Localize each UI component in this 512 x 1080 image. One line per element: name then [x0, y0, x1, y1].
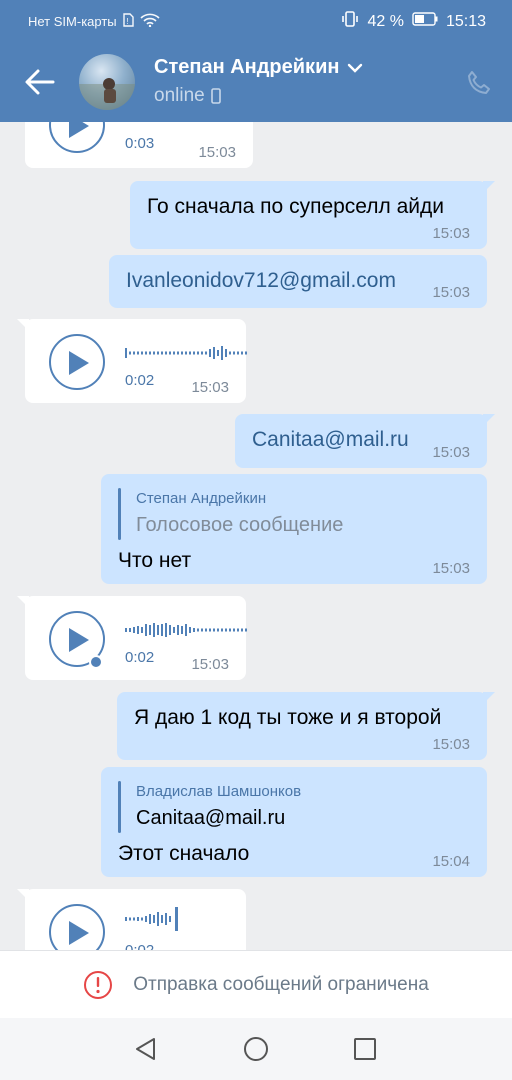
play-button[interactable] — [49, 334, 105, 390]
play-button[interactable] — [49, 122, 105, 153]
presence-row: online — [154, 85, 221, 107]
message-time: 15:03 — [198, 144, 236, 161]
battery-percent: 42 % — [367, 12, 404, 30]
message-time: 15:04 — [432, 853, 470, 870]
unplayed-dot — [89, 655, 103, 669]
message-time: 15:03 — [191, 656, 229, 673]
play-icon — [69, 921, 89, 945]
presence-status: online — [154, 85, 205, 106]
reply-text: Canitaa@mail.ru — [136, 807, 286, 829]
message-time: 15:03 — [432, 225, 470, 242]
contact-name-row[interactable]: Степан Андрейкин — [154, 56, 363, 79]
status-bar: Нет SIM-карты ! 42 % 15:13 — [0, 0, 512, 42]
waveform — [125, 346, 247, 360]
voice-message: 0:02 15:03 — [17, 319, 247, 403]
voice-duration: 0:02 — [125, 649, 155, 666]
chat-header: Степан Андрейкин online — [0, 42, 512, 122]
nav-recents-button[interactable] — [351, 1035, 379, 1063]
restriction-banner: Отправка сообщений ограничена — [0, 950, 512, 1019]
nav-home-icon — [244, 1037, 268, 1061]
outgoing-message[interactable]: Canitaa@mail.ru 15:03 — [235, 414, 495, 468]
voice-duration: 0:03 — [125, 135, 155, 152]
avatar[interactable] — [79, 54, 135, 110]
contact-name: Степан Андрейкин — [154, 56, 340, 78]
outgoing-message[interactable]: Я даю 1 код ты тоже и я второй 15:03 — [117, 692, 495, 760]
voice-duration: 0:02 — [125, 942, 154, 950]
message-text: Я даю 1 код ты тоже и я второй — [134, 706, 442, 729]
reply-indicator — [118, 488, 121, 540]
error-icon — [84, 971, 113, 999]
reply-indicator — [118, 781, 121, 833]
play-icon — [69, 122, 89, 138]
message-time: 15:03 — [191, 379, 229, 396]
play-icon — [69, 351, 89, 375]
wifi-icon — [140, 13, 160, 30]
vibrate-icon — [341, 11, 359, 32]
outgoing-reply-message[interactable]: Владислав Шамшонков Canitaa@mail.ru Этот… — [101, 767, 487, 877]
nav-back-icon — [136, 1038, 155, 1060]
reply-author[interactable]: Степан Андрейкин — [136, 490, 266, 507]
voice-message: 0:02 15:03 — [17, 596, 247, 680]
waveform — [125, 907, 178, 931]
reply-author[interactable]: Владислав Шамшонков — [136, 783, 301, 800]
message-time: 15:03 — [432, 560, 470, 577]
restriction-text: Отправка сообщений ограничена — [133, 974, 429, 995]
message-text: Что нет — [118, 549, 192, 572]
call-button[interactable] — [466, 70, 492, 96]
nav-recents-icon — [354, 1038, 376, 1060]
mobile-icon — [210, 88, 221, 104]
message-time: 15:03 — [432, 444, 470, 461]
waveform — [125, 623, 247, 637]
voice-duration: 0:02 — [125, 372, 155, 389]
play-icon — [69, 628, 89, 652]
outgoing-reply-message[interactable]: Степан Андрейкин Голосовое сообщение Что… — [101, 474, 487, 584]
carrier-text: Нет SIM-карты — [28, 14, 117, 29]
message-text: Го сначала по суперселл айди — [147, 195, 445, 218]
voice-message: 0:03 15:03 — [25, 122, 253, 168]
battery-icon — [412, 12, 438, 31]
nav-back-button[interactable] — [132, 1035, 160, 1063]
sim-icon: ! — [122, 13, 134, 30]
back-arrow-icon — [25, 69, 55, 95]
clock-time: 15:13 — [445, 12, 486, 30]
email-link[interactable]: Canitaa@mail.ru — [252, 428, 409, 452]
email-link[interactable]: Ivanleonidov712@gmail.com — [126, 269, 396, 293]
play-button[interactable] — [49, 611, 105, 669]
svg-text:!: ! — [126, 17, 128, 26]
message-time: 15:03 — [432, 284, 470, 301]
outgoing-message[interactable]: Ivanleonidov712@gmail.com 15:03 — [109, 255, 487, 308]
reply-text: Голосовое сообщение — [136, 514, 344, 536]
message-list[interactable]: 0:03 15:03 Го сначала по суперселл айди … — [0, 122, 512, 950]
outgoing-message[interactable]: Го сначала по суперселл айди 15:03 — [130, 181, 495, 249]
message-text: Этот сначало — [118, 842, 250, 865]
play-button[interactable] — [49, 904, 105, 950]
message-time: 15:03 — [432, 736, 470, 753]
back-button[interactable] — [24, 68, 56, 96]
chevron-down-icon — [348, 63, 363, 73]
phone-icon — [468, 71, 490, 94]
system-navigation-bar — [0, 1018, 512, 1080]
voice-message: 0:02 — [17, 889, 246, 950]
nav-home-button[interactable] — [242, 1035, 270, 1063]
